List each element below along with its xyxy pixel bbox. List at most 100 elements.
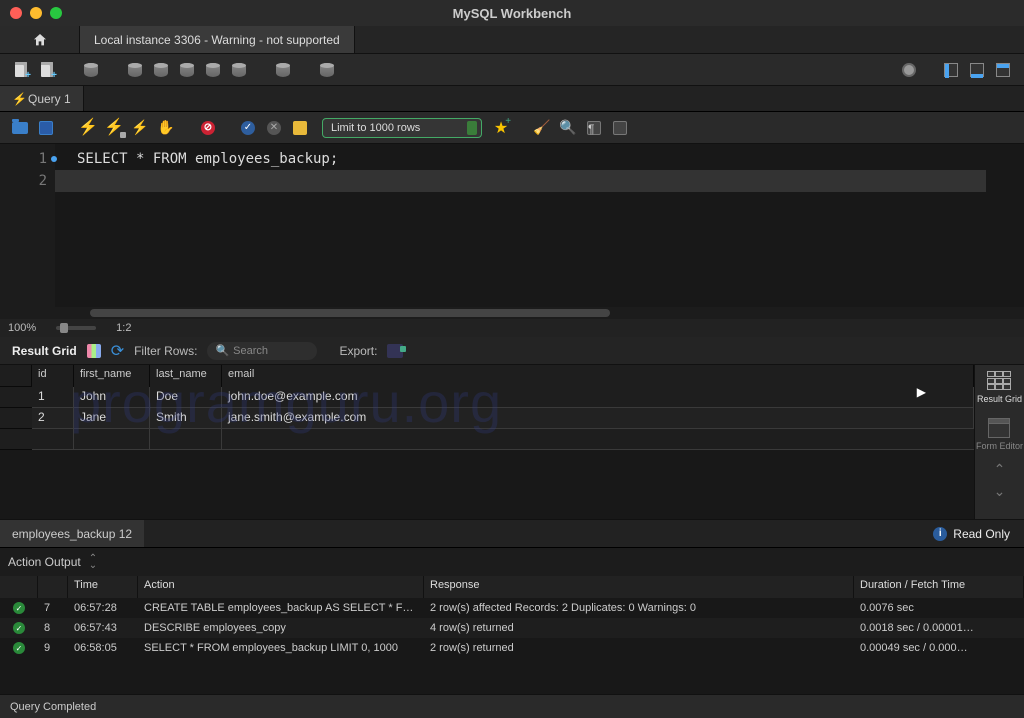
status-bar: Query Completed [0, 694, 1024, 718]
search-icon: 🔍 [215, 344, 229, 357]
expand-arrow-icon[interactable]: ▶ [917, 385, 926, 399]
open-file-icon[interactable] [10, 118, 30, 138]
result-tab-label: employees_backup 12 [12, 527, 132, 541]
create-schema-icon[interactable] [124, 59, 146, 81]
col-duration[interactable]: Duration / Fetch Time [854, 576, 1024, 598]
toggle-whitespace-icon[interactable] [290, 118, 310, 138]
inspector-icon[interactable] [80, 59, 102, 81]
result-table[interactable]: programguru.org ▶ id first_name last_nam… [0, 365, 974, 519]
scroll-up-icon[interactable]: ⌃ [994, 465, 1006, 473]
col-header-id[interactable]: id [32, 365, 74, 387]
line-gutter: 1 2 [0, 144, 55, 307]
cell-email[interactable]: jane.smith@example.com [222, 408, 974, 429]
create-function-icon[interactable] [228, 59, 250, 81]
result-footer: employees_backup 12 i Read Only [0, 520, 1024, 548]
out-response: 4 row(s) returned [424, 620, 854, 636]
cell-last-name[interactable]: Smith [150, 408, 222, 429]
col-header-email[interactable]: email [222, 365, 974, 387]
out-action: DESCRIBE employees_copy [138, 620, 424, 636]
cleanup-icon[interactable]: 🧹 [532, 118, 552, 138]
create-view-icon[interactable] [176, 59, 198, 81]
out-response: 2 row(s) returned [424, 640, 854, 656]
cell-id[interactable]: 2 [32, 408, 74, 429]
export-icon[interactable] [387, 344, 403, 358]
col-header-last-name[interactable]: last_name [150, 365, 222, 387]
create-procedure-icon[interactable] [202, 59, 224, 81]
out-time: 06:57:43 [68, 620, 138, 636]
toggle-autocommit-icon[interactable]: ⊘ [198, 118, 218, 138]
status-ok-icon: ✓ [13, 622, 25, 634]
toggle-left-panel-icon[interactable] [940, 59, 962, 81]
sql-editor[interactable]: 1 2 SELECT * FROM employees_backup; [0, 144, 1024, 319]
col-header-first-name[interactable]: first_name [74, 365, 150, 387]
output-select-label: Action Output [8, 555, 81, 569]
output-row[interactable]: ✓ 8 06:57:43 DESCRIBE employees_copy 4 r… [0, 618, 1024, 638]
code-area[interactable]: SELECT * FROM employees_backup; [55, 144, 1024, 307]
wrap-text-icon[interactable] [610, 118, 630, 138]
editor-h-scrollbar[interactable] [0, 307, 1024, 319]
output-header-row: Time Action Response Duration / Fetch Ti… [0, 576, 1024, 598]
query-tab-label: Query 1 [28, 92, 71, 106]
result-side-tabs: Result Grid Form Editor ⌃ ⌄ [974, 365, 1024, 519]
out-response: 2 row(s) affected Records: 2 Duplicates:… [424, 600, 854, 616]
zoom-ratio: 1:2 [116, 322, 131, 334]
cell-last-name[interactable]: Doe [150, 387, 222, 408]
col-action[interactable]: Action [138, 576, 424, 598]
info-icon: i [933, 527, 947, 541]
result-tab[interactable]: employees_backup 12 [0, 520, 144, 547]
explain-icon[interactable]: ⚡ [130, 118, 150, 138]
row-limit-select[interactable]: Limit to 1000 rows [322, 118, 482, 138]
result-grid-icon[interactable] [87, 344, 101, 358]
cell-first-name[interactable]: Jane [74, 408, 150, 429]
output-select[interactable]: Action Output ⌃⌄ [0, 548, 1024, 576]
side-tab-result-grid[interactable]: Result Grid [977, 371, 1022, 404]
query-tab-strip: ⚡ Query 1 [0, 86, 1024, 112]
refresh-icon[interactable]: ⟳ [111, 341, 124, 361]
filter-rows-input[interactable]: 🔍 Search [207, 342, 317, 360]
scroll-down-icon[interactable]: ⌄ [994, 487, 1006, 495]
output-row[interactable]: ✓ 9 06:58:05 SELECT * FROM employees_bac… [0, 638, 1024, 658]
new-sql-file-icon[interactable] [10, 59, 32, 81]
open-sql-file-icon[interactable] [36, 59, 58, 81]
window-title: MySQL Workbench [0, 6, 1024, 21]
beautify-icon[interactable]: ★ [494, 118, 514, 138]
find-icon[interactable]: 🔍 [558, 118, 578, 138]
stop-icon[interactable]: ✋ [156, 118, 176, 138]
side-tab-label: Result Grid [977, 394, 1022, 404]
query-tab[interactable]: ⚡ Query 1 [0, 86, 84, 111]
col-time[interactable]: Time [68, 576, 138, 598]
read-only-label: Read Only [953, 527, 1010, 541]
execute-icon[interactable]: ⚡ [78, 118, 98, 138]
settings-gear-icon[interactable] [898, 59, 920, 81]
toggle-invisible-icon[interactable]: ¶ [584, 118, 604, 138]
filter-rows-label: Filter Rows: [134, 344, 197, 358]
cell-id[interactable]: 1 [32, 387, 74, 408]
save-file-icon[interactable] [36, 118, 56, 138]
table-row[interactable]: 2 Jane Smith jane.smith@example.com [0, 408, 974, 429]
result-area: programguru.org ▶ id first_name last_nam… [0, 365, 1024, 520]
zoom-slider[interactable] [56, 326, 96, 330]
out-action: SELECT * FROM employees_backup LIMIT 0, … [138, 640, 424, 656]
reconnect-dbms-icon[interactable] [316, 59, 338, 81]
connection-tab[interactable]: Local instance 3306 - Warning - not supp… [80, 26, 355, 53]
out-action: CREATE TABLE employees_backup AS SELECT … [138, 600, 424, 616]
toggle-right-panel-icon[interactable] [992, 59, 1014, 81]
home-tab[interactable] [0, 26, 80, 53]
cell-email[interactable]: john.doe@example.com [222, 387, 974, 408]
side-tab-form-editor[interactable]: Form Editor [976, 418, 1023, 451]
execute-current-icon[interactable]: ⚡ [104, 118, 124, 138]
toggle-bottom-panel-icon[interactable] [966, 59, 988, 81]
rollback-icon[interactable]: ✕ [264, 118, 284, 138]
form-editor-icon [988, 418, 1010, 438]
cell-first-name[interactable]: John [74, 387, 150, 408]
table-row[interactable]: 1 John Doe john.doe@example.com [0, 387, 974, 408]
output-row[interactable]: ✓ 7 06:57:28 CREATE TABLE employees_back… [0, 598, 1024, 618]
create-table-icon[interactable] [150, 59, 172, 81]
home-icon [32, 32, 48, 48]
zoom-bar: 100% 1:2 [0, 319, 1024, 337]
search-tables-icon[interactable] [272, 59, 294, 81]
title-bar: MySQL Workbench [0, 0, 1024, 26]
col-response[interactable]: Response [424, 576, 854, 598]
commit-icon[interactable]: ✓ [238, 118, 258, 138]
out-num: 7 [38, 600, 68, 616]
